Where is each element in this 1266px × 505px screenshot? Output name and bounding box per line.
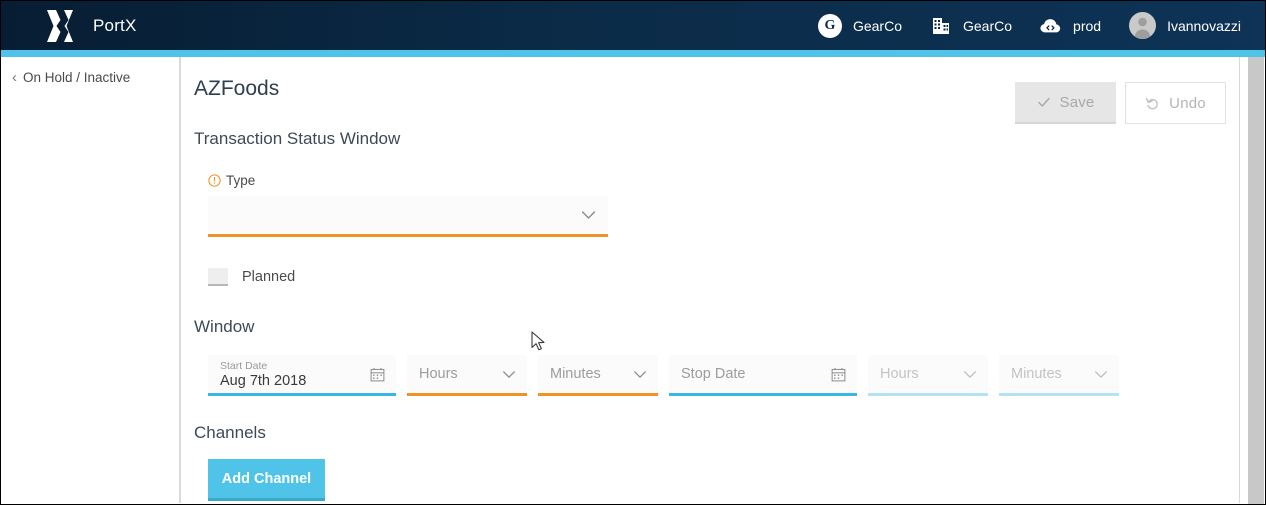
window-fields-row: Start Date Aug 7th 2018 Hours Minutes St… [208, 355, 1225, 396]
calendar-icon[interactable] [370, 367, 385, 382]
nav-item-label: GearCo [852, 17, 902, 34]
nav-item-label: prod [1073, 17, 1102, 34]
chevron-down-icon [1094, 370, 1108, 379]
g-circle-icon: G [817, 13, 842, 38]
chevron-down-icon [963, 370, 977, 379]
stop-hours-placeholder: Hours [880, 366, 919, 382]
navbar-accent-bar [1, 50, 1265, 57]
channels-heading: Channels [194, 423, 266, 442]
building-icon [930, 15, 952, 37]
undo-arrow-icon [1145, 96, 1160, 111]
brand-title: PortX [93, 15, 137, 35]
brand[interactable]: PortX [45, 9, 137, 43]
save-button[interactable]: Save [1015, 82, 1116, 124]
nav-item-gearco-account[interactable]: G GearCo [804, 1, 916, 50]
undo-button-label: Undo [1169, 94, 1206, 112]
stop-minutes-select[interactable]: Minutes [999, 355, 1119, 396]
app-window: PortX G GearCo GearCo prod Ivannovazzi ‹… [0, 0, 1266, 505]
sidebar-back-label: On Hold / Inactive [23, 70, 131, 85]
warning-circle-icon [208, 174, 221, 187]
vertical-scrollbar-thumb[interactable] [1248, 57, 1264, 504]
chevron-down-icon [633, 370, 647, 379]
add-channel-button[interactable]: Add Channel [208, 459, 325, 501]
save-button-label: Save [1059, 93, 1095, 111]
calendar-icon[interactable] [831, 367, 846, 382]
nav-item-label: Ivannovazzi [1167, 17, 1241, 34]
stop-hours-select[interactable]: Hours [868, 355, 988, 396]
start-hours-placeholder: Hours [419, 366, 458, 382]
stop-minutes-placeholder: Minutes [1011, 366, 1062, 382]
start-date-field[interactable]: Start Date Aug 7th 2018 [208, 355, 396, 396]
chevron-down-icon [502, 370, 516, 379]
nav-item-environment-prod[interactable]: prod [1026, 1, 1115, 50]
undo-button[interactable]: Undo [1125, 82, 1226, 124]
chevron-down-icon [581, 210, 596, 220]
cloud-code-icon [1040, 17, 1062, 35]
start-minutes-select[interactable]: Minutes [538, 355, 658, 396]
type-select[interactable] [208, 196, 608, 237]
transaction-status-window-heading: Transaction Status Window [194, 129, 401, 148]
window-heading: Window [194, 317, 255, 336]
nav-item-label: GearCo [963, 17, 1013, 34]
check-icon [1037, 95, 1051, 109]
action-button-group: Save Undo [1015, 82, 1226, 124]
planned-checkbox[interactable]: Planned [208, 268, 1225, 286]
stop-date-field[interactable]: Stop Date [669, 355, 857, 396]
chevron-left-icon: ‹ [12, 69, 17, 86]
nav-item-gearco-org[interactable]: GearCo [916, 1, 1026, 50]
user-avatar-icon [1129, 12, 1157, 39]
start-date-float-label: Start Date [220, 360, 268, 372]
sidebar-back-link[interactable]: ‹ On Hold / Inactive [12, 70, 179, 85]
planned-checkbox-label: Planned [242, 269, 296, 285]
stop-date-placeholder: Stop Date [681, 366, 746, 382]
top-navbar: PortX G GearCo GearCo prod Ivannovazzi [1, 1, 1265, 50]
navbar-right-group: G GearCo GearCo prod Ivannovazzi [804, 1, 1265, 50]
start-minutes-placeholder: Minutes [550, 366, 601, 382]
sidebar: ‹ On Hold / Inactive [2, 57, 180, 503]
start-hours-select[interactable]: Hours [407, 355, 527, 396]
portx-x-logo-icon [45, 9, 75, 43]
type-label-text: Type [226, 173, 256, 188]
checkbox-box-icon [208, 268, 228, 286]
type-field-label: Type [208, 173, 1225, 188]
main-content-panel: Save Undo AZFoods Transaction Status Win… [180, 57, 1240, 503]
nav-item-user-menu[interactable]: Ivannovazzi [1115, 1, 1265, 50]
